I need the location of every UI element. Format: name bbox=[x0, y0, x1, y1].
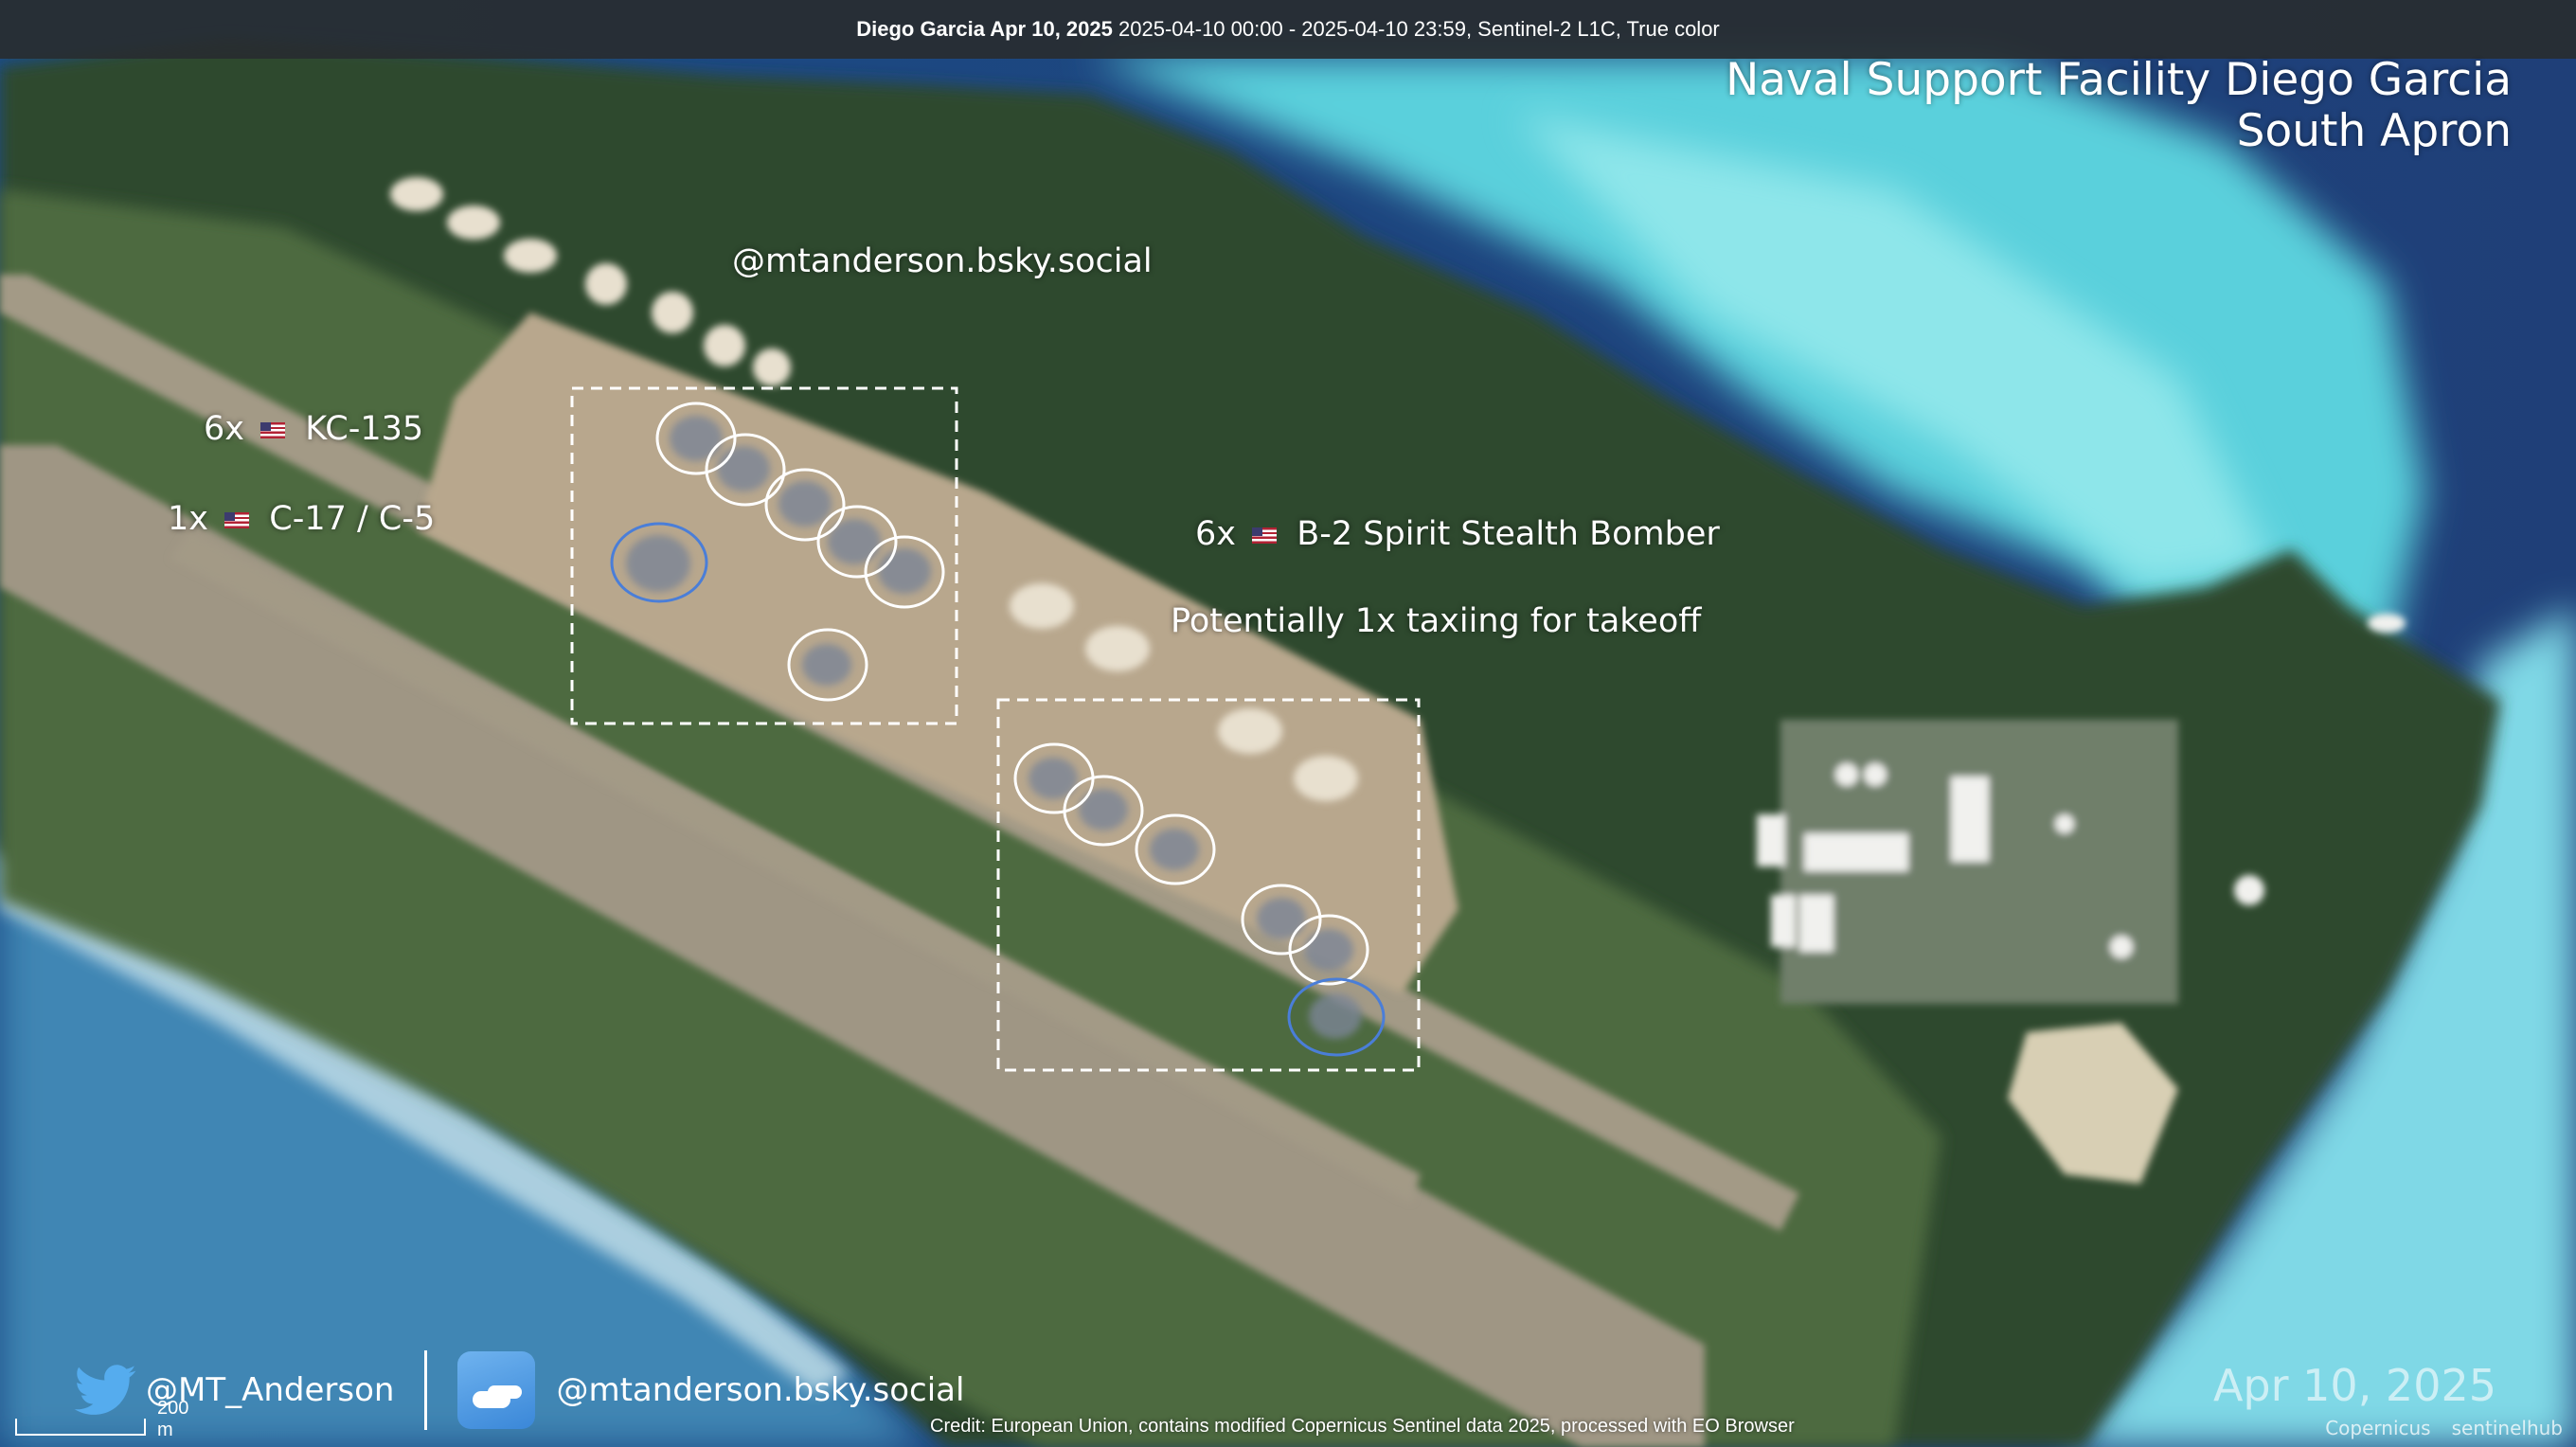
map-title: Naval Support Facility Diego Garcia Sout… bbox=[1726, 55, 2512, 157]
b2-label: 6x B-2 Spirit Stealth Bomber bbox=[1195, 515, 1720, 553]
kc135-count: 6x bbox=[204, 410, 244, 448]
tank bbox=[1864, 763, 1887, 786]
kc135-type: KC-135 bbox=[305, 410, 424, 448]
aircraft bbox=[1304, 929, 1353, 971]
handle-divider bbox=[424, 1350, 428, 1430]
copernicus-logo: Copernicus bbox=[2325, 1417, 2431, 1439]
provider-logos: Copernicus sentinelhub bbox=[2325, 1417, 2563, 1439]
twitter-handle: @MT_Anderson bbox=[146, 1371, 395, 1409]
aircraft bbox=[626, 535, 690, 592]
shelter bbox=[447, 205, 500, 240]
aircraft bbox=[1150, 829, 1199, 870]
shelter bbox=[1010, 583, 1074, 629]
bluesky-handle: @mtanderson.bsky.social bbox=[556, 1371, 965, 1409]
shelter bbox=[1085, 626, 1150, 671]
taxi-note: Potentially 1x taxiing for takeoff bbox=[1171, 602, 1702, 640]
image-credit: Credit: European Union, contains modifie… bbox=[930, 1416, 1795, 1437]
tank bbox=[2055, 814, 2074, 833]
tank bbox=[1835, 763, 1858, 786]
us-flag-icon bbox=[260, 421, 286, 438]
tank bbox=[2368, 614, 2406, 633]
shelter bbox=[704, 325, 745, 366]
tank bbox=[2110, 936, 2133, 958]
b2-type: B-2 Spirit Stealth Bomber bbox=[1297, 515, 1720, 553]
shelter bbox=[1218, 708, 1282, 754]
c17-count: 1x bbox=[168, 500, 208, 538]
image-header: Diego Garcia Apr 10, 2025 2025-04-10 00:… bbox=[0, 0, 2576, 59]
kc135-label: 6x KC-135 bbox=[204, 410, 423, 448]
shelter bbox=[652, 292, 693, 333]
social-handles: @MT_Anderson @mtanderson.bsky.social bbox=[74, 1350, 964, 1430]
bluesky-icon bbox=[457, 1351, 536, 1429]
aircraft bbox=[1079, 789, 1128, 831]
shelter bbox=[390, 177, 443, 211]
building bbox=[1799, 895, 1834, 952]
aircraft bbox=[1309, 993, 1362, 1039]
title-line2: South Apron bbox=[2236, 105, 2512, 157]
tank bbox=[2234, 875, 2264, 905]
us-flag-icon bbox=[1252, 527, 1278, 544]
aircraft bbox=[1257, 898, 1306, 939]
building bbox=[1951, 777, 1989, 862]
aircraft bbox=[778, 481, 832, 527]
b2-count: 6x bbox=[1195, 515, 1236, 553]
shelter bbox=[1294, 756, 1358, 801]
shelter bbox=[504, 239, 557, 273]
us-flag-icon bbox=[224, 511, 250, 528]
building bbox=[1757, 814, 1785, 866]
sentinelhub-logo: sentinelhub bbox=[2451, 1417, 2563, 1439]
c17-type: C-17 / C-5 bbox=[269, 500, 436, 538]
title-line1: Naval Support Facility Diego Garcia bbox=[1726, 54, 2512, 106]
shelter bbox=[585, 263, 627, 305]
building bbox=[1771, 895, 1796, 947]
header-location: Diego Garcia Apr 10, 2025 bbox=[856, 17, 1113, 41]
aircraft bbox=[717, 446, 770, 491]
aircraft bbox=[670, 416, 723, 461]
header-details: 2025-04-10 00:00 - 2025-04-10 23:59, Sen… bbox=[1118, 17, 1720, 41]
shelter bbox=[753, 348, 791, 386]
watermark-handle: @mtanderson.bsky.social bbox=[732, 242, 1153, 280]
twitter-bird-icon bbox=[74, 1365, 136, 1415]
aircraft bbox=[878, 548, 931, 594]
aircraft bbox=[802, 644, 851, 686]
building bbox=[1804, 833, 1908, 871]
satellite-map bbox=[0, 0, 2576, 1447]
capture-date: Apr 10, 2025 bbox=[2212, 1360, 2496, 1411]
c17-label: 1x C-17 / C-5 bbox=[168, 500, 435, 538]
